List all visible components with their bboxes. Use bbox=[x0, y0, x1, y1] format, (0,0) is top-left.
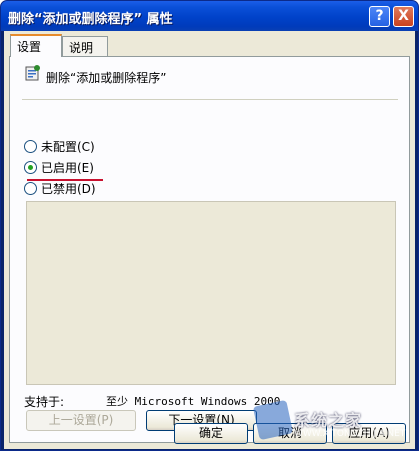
properties-dialog: 删除“添加或删除程序” 属性 ? X 设置 说明 删除“添加或删除程序” 未配置… bbox=[0, 0, 419, 451]
option-disabled[interactable]: 已禁用(D) bbox=[24, 180, 96, 197]
watermark-text: 系统之家 bbox=[294, 411, 363, 430]
close-button[interactable]: X bbox=[393, 6, 414, 27]
tab-settings-label: 设置 bbox=[17, 40, 42, 54]
policy-setting-icon bbox=[25, 65, 40, 81]
option-not-configured-label: 未配置(C) bbox=[41, 140, 95, 154]
help-icon: ? bbox=[375, 8, 384, 24]
supported-on: 支持于: 至少 Microsoft Windows 2000 bbox=[24, 393, 280, 410]
option-enabled-label: 已启用(E) bbox=[41, 161, 94, 175]
previous-setting-button[interactable]: 上一设置(P) bbox=[26, 410, 136, 431]
supported-label: 支持于: bbox=[24, 395, 65, 409]
tab-description[interactable]: 说明 bbox=[62, 36, 108, 56]
watermark-logo-icon bbox=[252, 399, 294, 441]
close-icon: X bbox=[398, 8, 409, 24]
window-title: 删除“添加或删除程序” 属性 bbox=[8, 12, 173, 27]
radio-enabled[interactable] bbox=[24, 161, 37, 174]
tab-settings[interactable]: 设置 bbox=[10, 34, 62, 57]
watermark-url: WWW.XITONGZHIJIA.NET bbox=[294, 429, 406, 439]
tab-description-label: 说明 bbox=[69, 41, 94, 55]
radio-disabled[interactable] bbox=[24, 182, 37, 195]
option-enabled[interactable]: 已启用(E) bbox=[24, 159, 94, 176]
settings-panel: 删除“添加或删除程序” 未配置(C) 已启用(E) 已禁用(D) 支持于: 至少… bbox=[9, 56, 410, 443]
divider bbox=[22, 99, 398, 100]
watermark: 系统之家 WWW.XITONGZHIJIA.NET bbox=[252, 399, 416, 447]
policy-name: 删除“添加或删除程序” bbox=[46, 71, 167, 85]
options-area bbox=[26, 201, 396, 385]
ok-button[interactable]: 确定 bbox=[174, 423, 248, 444]
option-not-configured[interactable]: 未配置(C) bbox=[24, 138, 95, 155]
radio-not-configured[interactable] bbox=[24, 140, 37, 153]
dialog-body: 设置 说明 删除“添加或删除程序” 未配置(C) 已启用(E) 已禁用(D) 支… bbox=[4, 31, 415, 449]
help-button[interactable]: ? bbox=[369, 6, 390, 27]
option-disabled-label: 已禁用(D) bbox=[41, 182, 96, 196]
title-bar[interactable]: 删除“添加或删除程序” 属性 ? X bbox=[1, 1, 418, 31]
